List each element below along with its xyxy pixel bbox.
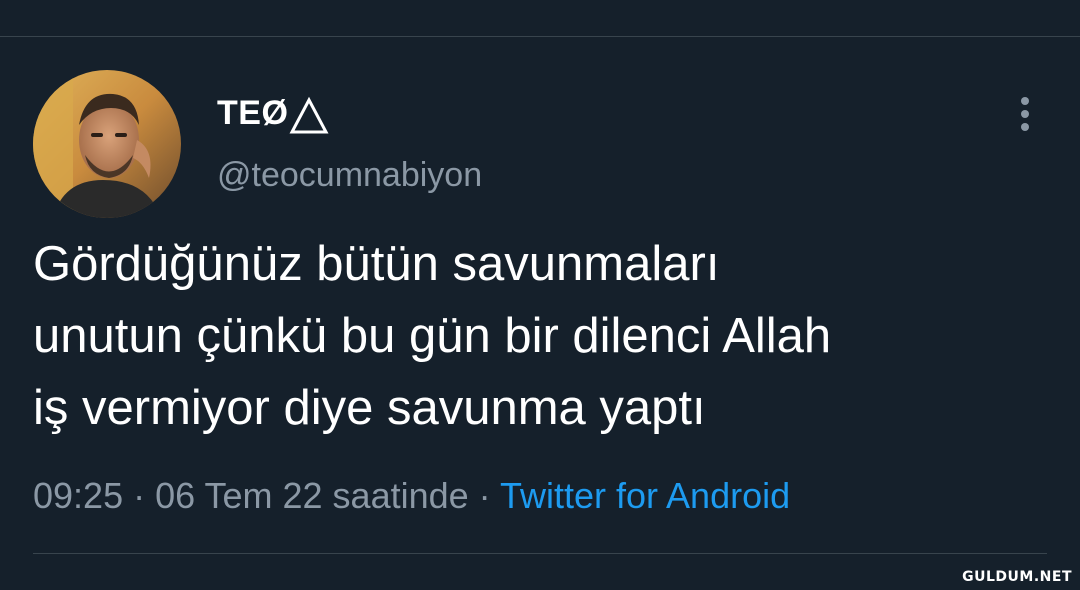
top-divider <box>0 36 1080 37</box>
watermark: GULDUM.NET <box>962 569 1072 585</box>
bottom-divider <box>33 553 1047 554</box>
tweet-metadata: 09:25 · 06 Tem 22 saatinde · Twitter for… <box>33 473 790 519</box>
tweet-text-line: iş vermiyor diye savunma yaptı <box>33 381 706 435</box>
username-handle[interactable]: @teocumnabiyon <box>217 155 482 195</box>
tweet-date[interactable]: 06 Tem 22 saatinde <box>155 475 469 516</box>
avatar-image <box>33 70 181 218</box>
tweet-text-line: unutun çünkü bu gün bir dilenci Allah <box>33 309 832 363</box>
avatar[interactable] <box>33 70 181 218</box>
more-vertical-icon[interactable] <box>1010 94 1040 134</box>
dot <box>1021 97 1029 105</box>
triangle-icon <box>289 96 329 134</box>
tweet-text-line: Gördüğünüz bütün savunmaları <box>33 237 720 291</box>
dot <box>1021 123 1029 131</box>
meta-separator: · <box>123 475 156 516</box>
meta-separator: · <box>468 475 500 516</box>
dot <box>1021 110 1029 118</box>
tweet-source-link[interactable]: Twitter for Android <box>500 475 790 516</box>
tweet-text: Gördüğünüz bütün savunmaları unutun çünk… <box>33 228 1053 444</box>
display-name[interactable]: TEØ <box>217 93 288 133</box>
tweet-time[interactable]: 09:25 <box>33 475 123 516</box>
